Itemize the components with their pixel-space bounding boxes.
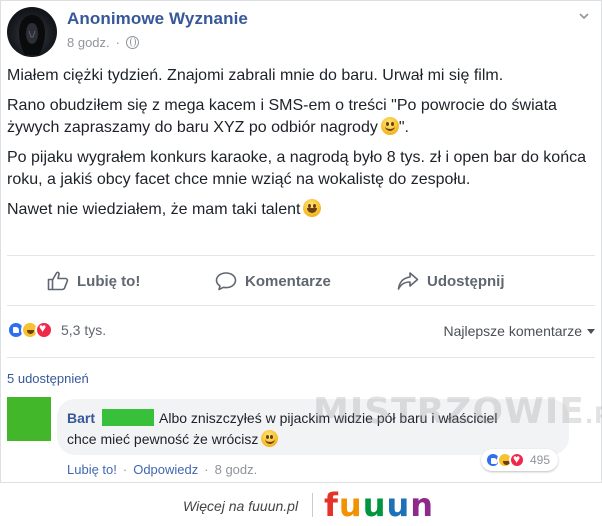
sort-caret-icon <box>587 328 595 334</box>
divider <box>7 305 595 306</box>
love-reaction-icon <box>35 321 53 339</box>
meta-separator: · <box>115 35 120 50</box>
logo-letter: f <box>324 486 339 524</box>
love-reaction-icon <box>509 452 525 468</box>
comment-sort-label: Najlepsze komentarze <box>443 323 582 339</box>
post-paragraph-2-tail: ". <box>398 119 409 136</box>
divider <box>7 357 595 358</box>
post-meta: 8 godz. · <box>67 35 139 50</box>
watermark-suffix: .PL <box>584 404 602 429</box>
more-on-site-text[interactable]: Więcej na fuuun.pl <box>183 498 298 514</box>
share-button-label: Udostępnij <box>427 272 505 290</box>
wink-emoji-icon <box>261 430 279 447</box>
comment-actions-separator: · <box>122 462 128 477</box>
like-icon <box>47 271 69 291</box>
comment-time[interactable]: 8 godz. <box>215 462 258 477</box>
reaction-count[interactable]: 5,3 tys. <box>61 322 106 338</box>
like-button-label: Lubię to! <box>77 272 141 290</box>
page-avatar[interactable] <box>7 7 57 57</box>
logo-letter: u <box>338 486 363 524</box>
action-bar: Lubię to! Komentarze Udostępnij <box>1 263 602 299</box>
post-time[interactable]: 8 godz. <box>67 35 110 50</box>
logo-letter: n <box>410 486 435 524</box>
laugh-emoji-icon <box>303 199 322 217</box>
comment-reaction-count: 495 <box>530 453 551 467</box>
post-paragraph-3: Po pijaku wygrałem konkurs karaoke, a na… <box>7 149 586 188</box>
smile-emoji-icon <box>380 117 399 135</box>
divider <box>7 255 595 256</box>
comment-actions-separator: · <box>204 462 209 477</box>
post-paragraph-4-text: Nawet nie wiedziałem, że mam taki talent <box>7 201 301 218</box>
comment-reply-link[interactable]: Odpowiedz <box>133 462 198 477</box>
post-paragraph-2: Rano obudziłem się z mega kacem i SMS-em… <box>7 95 595 139</box>
hooded-figure-icon <box>19 15 45 55</box>
comment-text-line-2-text: chce mieć pewność że wrócisz <box>67 431 259 447</box>
page-name-link[interactable]: Anonimowe Wyznanie <box>67 9 248 29</box>
footer-divider <box>312 493 313 517</box>
site-footer: Więcej na fuuun.pl fuuun <box>0 483 602 526</box>
comment-sort-dropdown[interactable]: Najlepsze komentarze <box>443 323 595 339</box>
commenter-name[interactable]: Bart <box>67 410 95 426</box>
post-card: Anonimowe Wyznanie 8 godz. · Miałem cięż… <box>0 0 602 483</box>
comment-button[interactable]: Komentarze <box>215 263 331 299</box>
post-paragraph-1: Miałem ciężki tydzień. Znajomi zabrali m… <box>7 67 504 84</box>
post-paragraph-4: Nawet nie wiedziałem, że mam taki talent <box>7 199 595 221</box>
comment-reaction-summary[interactable]: 495 <box>481 449 559 471</box>
globe-icon <box>126 36 139 49</box>
comment-like-link[interactable]: Lubię to! <box>67 462 117 477</box>
logo-letter: u <box>386 486 411 524</box>
watermark: MISTRZOWIE.PL <box>313 391 602 432</box>
post-paragraph-2-text: Rano obudziłem się z mega kacem i SMS-em… <box>7 97 557 136</box>
commenter-avatar[interactable] <box>7 397 51 441</box>
reaction-summary[interactable]: 5,3 tys. <box>7 319 106 341</box>
share-icon <box>397 272 419 290</box>
redacted-surname <box>102 409 154 426</box>
shares-count-link[interactable]: 5 udostępnień <box>7 371 89 386</box>
comment-actions: Lubię to! · Odpowiedz · 8 godz. <box>67 462 257 477</box>
like-button[interactable]: Lubię to! <box>47 263 140 299</box>
post-body: Miałem ciężki tydzień. Znajomi zabrali m… <box>7 65 595 229</box>
comment-text-line-2: chce mieć pewność że wrócisz <box>67 430 279 447</box>
logo-letter: u <box>362 486 387 524</box>
comment-button-label: Komentarze <box>245 272 331 290</box>
watermark-text: MISTRZOWIE <box>313 391 585 432</box>
share-button[interactable]: Udostępnij <box>397 263 505 299</box>
chevron-down-icon[interactable] <box>579 11 589 21</box>
comment-icon <box>215 272 237 291</box>
fuuun-logo[interactable]: fuuun <box>324 486 434 524</box>
